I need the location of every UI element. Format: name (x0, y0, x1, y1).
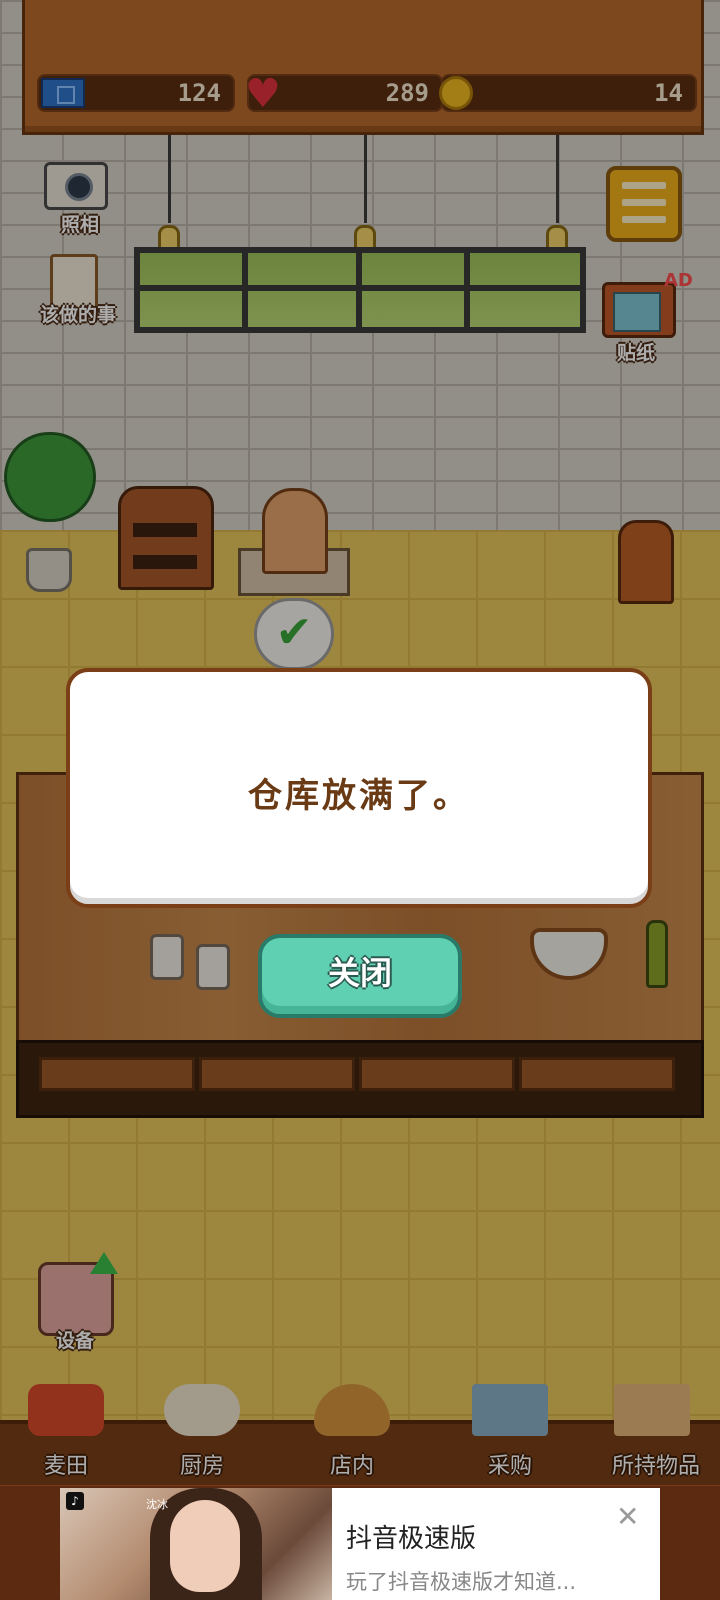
warehouse-full-dialog: 仓库放满了。 (66, 668, 652, 908)
ad-title: 抖音极速版 (346, 1524, 477, 1554)
tiktok-logo-icon: ♪ (66, 1492, 84, 1510)
ad-caption: 沈冰 (146, 1498, 168, 1511)
ad-banner[interactable]: ♪ 沈冰 抖音极速版 玩了抖音极速版才知道... ✕ (60, 1488, 660, 1600)
close-button[interactable]: 关闭 (258, 934, 462, 1018)
ad-close-icon[interactable]: ✕ (616, 1500, 639, 1533)
ad-image: ♪ 沈冰 (60, 1488, 332, 1600)
ad-subtitle: 玩了抖音极速版才知道... (346, 1570, 577, 1594)
dialog-message: 仓库放满了。 (248, 776, 470, 816)
ad-portrait-face (170, 1500, 240, 1592)
